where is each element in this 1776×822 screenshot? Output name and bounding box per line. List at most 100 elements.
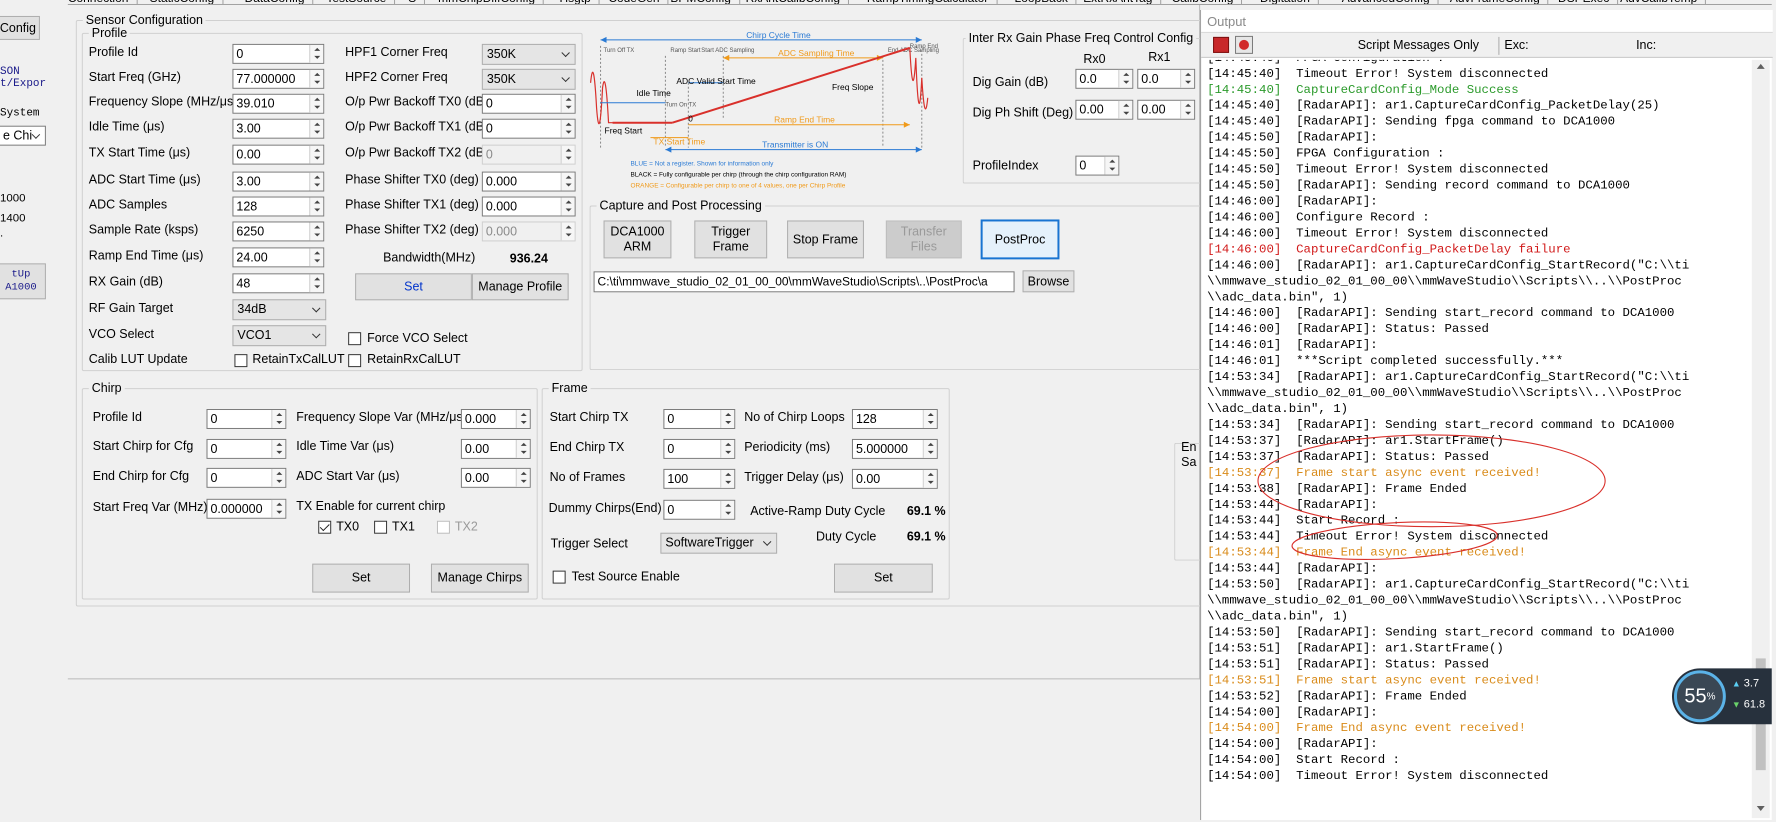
idle-time-input[interactable]: 3.00	[232, 118, 325, 139]
spinner-icon[interactable]	[309, 145, 324, 164]
tx2-checkbox[interactable]	[436, 520, 450, 534]
freq-slope-input[interactable]: 39.010	[232, 93, 325, 114]
spinner-icon[interactable]	[515, 468, 530, 487]
profile-index-input[interactable]: 0	[1075, 155, 1120, 176]
postproc-path-input[interactable]: C:\ti\mmwave_studio_02_01_00_00\mmWaveSt…	[593, 271, 1015, 293]
force-vco-checkbox[interactable]	[348, 332, 362, 346]
trigger-delay-input[interactable]: 0.00	[851, 468, 938, 489]
spinner-icon[interactable]	[560, 222, 575, 241]
end-chirp-tx-input[interactable]: 0	[663, 438, 736, 459]
hpf2-select[interactable]: 350K	[481, 68, 576, 90]
top-tab[interactable]: AdvCalibTemp	[1612, 0, 1707, 4]
spinner-icon[interactable]	[720, 439, 735, 458]
config-button[interactable]: Config	[0, 15, 40, 40]
chirp-set-button[interactable]: Set	[312, 563, 411, 593]
spinner-icon[interactable]	[922, 410, 937, 428]
spinner-icon[interactable]	[720, 500, 735, 519]
frame-set-button[interactable]: Set	[833, 563, 933, 593]
postproc-button[interactable]: PostProc	[980, 219, 1060, 260]
adc-start-var-input[interactable]: 0.00	[460, 467, 531, 488]
spinner-icon[interactable]	[560, 172, 575, 191]
spinner-icon[interactable]	[1104, 156, 1119, 175]
tx1-checkbox[interactable]	[374, 520, 388, 534]
spinner-icon[interactable]	[515, 439, 530, 458]
spinner-icon[interactable]	[560, 94, 575, 113]
sample-rate-input[interactable]: 6250	[232, 221, 325, 242]
start-chirp-input[interactable]: 0	[206, 438, 287, 459]
trigger-select[interactable]: SoftwareTrigger	[660, 532, 778, 554]
idle-time-var-input[interactable]: 0.00	[460, 438, 531, 459]
scroll-up-icon[interactable]	[1756, 63, 1765, 69]
ramp-end-time-input[interactable]: 24.00	[232, 247, 325, 268]
dig-gain-rx0-input[interactable]: 0.0	[1075, 68, 1134, 89]
setup-button[interactable]: tUp A1000	[0, 263, 46, 300]
stop-frame-button[interactable]: Stop Frame	[787, 220, 864, 259]
spinner-icon[interactable]	[1180, 100, 1195, 119]
spinner-icon[interactable]	[309, 222, 324, 241]
periodicity-input[interactable]: 5.000000	[851, 438, 938, 459]
spinner-icon[interactable]	[309, 197, 324, 216]
start-freq-var-input[interactable]: 0.000000	[206, 498, 287, 519]
spinner-icon[interactable]	[271, 439, 286, 458]
spinner-icon[interactable]	[309, 44, 324, 63]
vco-select[interactable]: VCO1	[232, 325, 327, 347]
ps-tx0-input[interactable]: 0.000	[481, 171, 576, 192]
spinner-icon[interactable]	[720, 469, 735, 488]
spinner-icon[interactable]	[271, 410, 286, 428]
spinner-icon[interactable]	[1118, 69, 1133, 88]
spinner-icon[interactable]	[560, 197, 575, 216]
tx1-backoff-input[interactable]: 0	[481, 118, 576, 139]
spinner-icon[interactable]	[560, 119, 575, 138]
rf-gain-target-select[interactable]: 34dB	[232, 299, 327, 321]
scroll-down-icon[interactable]	[1756, 806, 1765, 812]
clear-icon[interactable]	[1213, 36, 1230, 53]
spinner-icon[interactable]	[309, 274, 324, 293]
retain-rx-checkbox[interactable]	[348, 354, 362, 368]
top-tab[interactable]: DSPExec	[1550, 0, 1619, 4]
tx-start-time-input[interactable]: 0.00	[232, 144, 325, 165]
dig-ph-rx1-input[interactable]: 0.00	[1137, 99, 1196, 120]
end-chirp-input[interactable]: 0	[206, 467, 287, 488]
spinner-icon[interactable]	[922, 439, 937, 458]
spinner-icon[interactable]	[922, 469, 937, 488]
no-of-frames-input[interactable]: 100	[663, 468, 736, 489]
tx0-backoff-input[interactable]: 0	[481, 93, 576, 114]
retain-tx-checkbox[interactable]	[234, 354, 248, 368]
adc-start-time-input[interactable]: 3.00	[232, 171, 325, 192]
dca1000-arm-button[interactable]: DCA1000 ARM	[603, 220, 672, 259]
chirp-profile-id-input[interactable]: 0	[206, 409, 287, 429]
freq-slope-var-input[interactable]: 0.000	[460, 409, 531, 429]
rx-gain-input[interactable]: 48	[232, 273, 325, 294]
spinner-icon[interactable]	[309, 248, 324, 267]
spinner-icon[interactable]	[271, 499, 286, 518]
trigger-frame-button[interactable]: Trigger Frame	[694, 220, 768, 259]
dummy-chirps-input[interactable]: 0	[663, 499, 736, 520]
top-tab[interactable]: AdvFrameConfig	[1442, 0, 1549, 4]
start-chirp-tx-input[interactable]: 0	[663, 409, 736, 429]
network-widget[interactable]: 55% ▲ 3.7 ▼ 61.8	[1671, 668, 1772, 725]
spinner-icon[interactable]	[309, 119, 324, 138]
spinner-icon[interactable]	[720, 410, 735, 428]
spinner-icon[interactable]	[1118, 100, 1133, 119]
dig-ph-rx0-input[interactable]: 0.00	[1075, 99, 1134, 120]
stop-icon[interactable]	[1235, 35, 1253, 54]
top-tab[interactable]: AdvancedConfig	[1334, 0, 1439, 4]
manage-profile-button[interactable]: Manage Profile	[471, 273, 569, 301]
spinner-icon[interactable]	[309, 94, 324, 113]
profile-id-input[interactable]: 0	[232, 43, 325, 64]
tx2-backoff-input[interactable]: 0	[481, 144, 576, 165]
top-tab[interactable]: Digitation	[1252, 0, 1319, 4]
tx0-checkbox[interactable]	[318, 520, 332, 534]
spinner-icon[interactable]	[271, 468, 286, 487]
test-source-checkbox[interactable]	[552, 570, 566, 584]
no-chirp-loops-input[interactable]: 128	[851, 409, 938, 429]
script-messages-only-toggle[interactable]: Script Messages Only	[1358, 38, 1479, 52]
ps-tx2-input[interactable]: 0.000	[481, 221, 576, 242]
start-freq-input[interactable]: 77.000000	[232, 68, 325, 89]
transfer-files-button[interactable]: Transfer Files	[885, 220, 962, 259]
spinner-icon[interactable]	[515, 410, 530, 428]
adc-samples-input[interactable]: 128	[232, 196, 325, 217]
spinner-icon[interactable]	[560, 145, 575, 164]
dig-gain-rx1-input[interactable]: 0.0	[1137, 68, 1196, 89]
profile-set-button[interactable]: Set	[355, 273, 472, 301]
